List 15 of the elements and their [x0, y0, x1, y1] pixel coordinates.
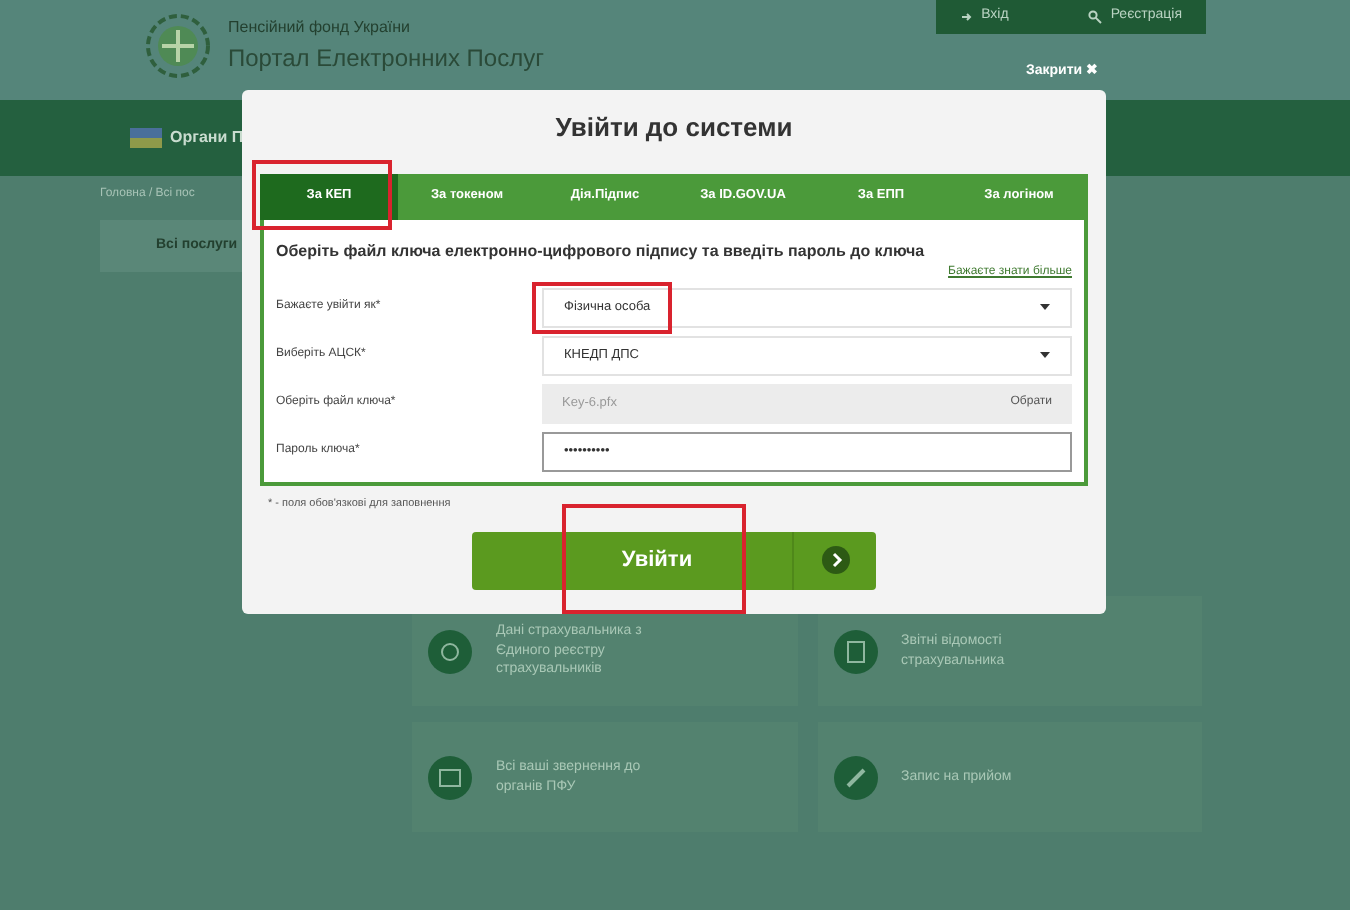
flag-icon — [130, 128, 162, 148]
service-icon — [833, 755, 877, 799]
service-icon — [428, 629, 472, 673]
service-icon — [833, 629, 877, 673]
nav-item[interactable]: Органи П — [170, 126, 244, 150]
caret-icon — [1040, 304, 1050, 310]
modal-title: Увійти до системи — [555, 110, 793, 146]
portal-title: Портал Електронних Послуг — [228, 42, 544, 76]
emblem-icon — [144, 12, 212, 80]
arrow-right-icon — [821, 546, 849, 575]
service-icon — [428, 755, 472, 799]
login-icon — [959, 10, 974, 24]
caret-icon — [1040, 352, 1050, 358]
login-button[interactable]: Увійти — [472, 531, 876, 590]
organization-name: Пенсійний фонд України — [228, 16, 413, 40]
